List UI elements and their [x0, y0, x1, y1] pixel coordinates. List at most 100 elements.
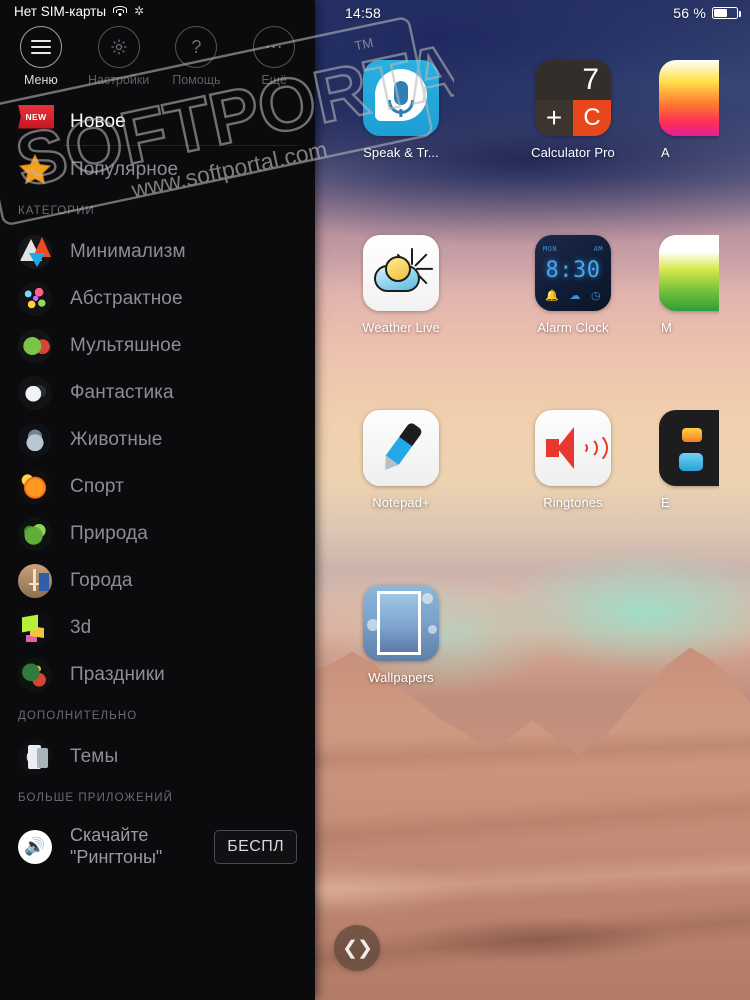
drawer-categories-list: Минимализм Абстрактное Мультяшное Фантас… — [0, 224, 315, 698]
sidebar-item-holidays[interactable]: Праздники — [0, 651, 315, 698]
nature-icon — [18, 516, 52, 551]
minimalism-icon — [18, 234, 52, 269]
device-screen: 14:58 56 % Speak & Tr... 7 + C Calculato… — [0, 0, 750, 1000]
new-badge-label: NEW — [18, 104, 54, 129]
sidebar-item-label: Мультяшное — [70, 334, 182, 356]
battery-percent-label: 56 % — [673, 5, 706, 21]
sidebar-item-label: Праздники — [70, 663, 165, 685]
icon-row: Weather Live MON AM 8:30 🔔 ☁ ◷ Alarm Clo… — [315, 235, 750, 410]
sidebar-item-abstract[interactable]: Абстрактное — [0, 275, 315, 322]
status-time: 14:58 — [345, 5, 382, 21]
cloud-icon: ☁ — [569, 290, 581, 302]
sidebar-item-label: Спорт — [70, 475, 124, 497]
app-notepad[interactable]: Notepad+ — [315, 410, 487, 585]
ellipsis-icon: ⋯ — [253, 26, 296, 68]
wifi-icon — [113, 5, 128, 17]
toolbar-item-help[interactable]: ? Помощь — [158, 22, 236, 94]
app-label: Calculator Pro — [531, 145, 615, 160]
star-icon — [18, 153, 52, 187]
sidebar-item-sport[interactable]: Спорт — [0, 463, 315, 510]
toolbar-item-menu[interactable]: Меню — [2, 22, 80, 94]
app-edge-1[interactable]: A — [659, 60, 719, 235]
bell-icon: 🔔 — [545, 290, 560, 302]
sidebar-item-label: Новое — [70, 110, 126, 132]
carrier-label: Нет SIM-карты — [14, 3, 107, 19]
section-header-categories: КАТЕГОРИИ — [18, 205, 95, 217]
wallpapers-icon — [363, 585, 439, 661]
app-alarm-clock[interactable]: MON AM 8:30 🔔 ☁ ◷ Alarm Clock — [487, 235, 659, 410]
speak-translate-icon — [363, 60, 439, 136]
cartoon-icon — [18, 328, 52, 363]
sidebar-item-label: Города — [70, 569, 133, 591]
app-label: M — [661, 320, 672, 335]
alarm-day: MON — [543, 245, 558, 253]
sidebar-item-nature[interactable]: Природа — [0, 510, 315, 557]
app-label: Weather Live — [362, 320, 440, 335]
sidebar-item-cities[interactable]: Города — [0, 557, 315, 604]
app-icon-grid: Speak & Tr... 7 + C Calculator Pro A Wea… — [315, 60, 750, 760]
app-label: Speak & Tr... — [363, 145, 439, 160]
app-label: E — [661, 495, 670, 510]
sidebar-item-label: Популярное — [70, 158, 179, 180]
promo-row-ringtones[interactable]: 🔊 Скачайте "Рингтоны" БЕСПЛ — [0, 811, 315, 883]
sidebar-item-new[interactable]: NEW Новое — [0, 98, 315, 145]
toolbar-label: Ещё — [261, 73, 287, 87]
navigation-drawer: Нет SIM-карты ✲ Меню Настройки ? Помощь … — [0, 0, 315, 1000]
sidebar-item-cartoon[interactable]: Мультяшное — [0, 322, 315, 369]
themes-icon — [18, 739, 52, 774]
ringtones-icon — [535, 410, 611, 486]
app-weather-live[interactable]: Weather Live — [315, 235, 487, 410]
sport-icon — [18, 469, 52, 504]
weather-icon — [363, 235, 439, 311]
status-right-group: 56 % — [673, 5, 741, 21]
animals-icon — [18, 422, 52, 457]
sidebar-item-3d[interactable]: 3d — [0, 604, 315, 651]
app-edge-2[interactable]: M — [659, 235, 719, 410]
nav-fab-label: ❮❯ — [342, 937, 373, 959]
cities-icon — [18, 563, 52, 598]
app-label: Notepad+ — [372, 495, 430, 510]
sync-icon: ✲ — [134, 4, 145, 18]
toolbar-label: Помощь — [172, 73, 221, 87]
speaker-shape — [546, 427, 608, 469]
sidebar-item-popular[interactable]: Популярное — [0, 146, 315, 193]
app-wallpapers[interactable]: Wallpapers — [315, 585, 487, 760]
sidebar-item-label: Абстрактное — [70, 287, 183, 309]
holidays-icon — [18, 657, 52, 692]
app-label: Wallpapers — [368, 670, 434, 685]
app-ringtones[interactable]: Ringtones — [487, 410, 659, 585]
app-calculator-pro[interactable]: 7 + C Calculator Pro — [487, 60, 659, 235]
app-speak-translate[interactable]: Speak & Tr... — [315, 60, 487, 235]
sidebar-item-label: Минимализм — [70, 240, 186, 262]
gear-icon — [97, 26, 140, 68]
new-badge-icon: NEW — [18, 104, 54, 139]
question-mark-icon: ? — [175, 26, 218, 68]
app-label: A — [661, 145, 670, 160]
promo-line-2: "Рингтоны" — [70, 847, 163, 867]
sidebar-item-fantasy[interactable]: Фантастика — [0, 369, 315, 416]
app-label: Alarm Clock — [537, 320, 609, 335]
edge-app-2-icon — [659, 235, 719, 311]
cloud-shape — [373, 256, 420, 293]
toolbar-item-settings[interactable]: Настройки — [80, 22, 158, 94]
toolbar-label: Настройки — [87, 73, 150, 87]
app-edge-3[interactable]: E — [659, 410, 719, 585]
alarm-meridiem: AM — [593, 245, 603, 253]
promo-install-button[interactable]: БЕСПЛ — [214, 830, 297, 864]
sidebar-item-minimalism[interactable]: Минимализм — [0, 228, 315, 275]
drawer-toolbar: Меню Настройки ? Помощь ⋯ Ещё — [0, 22, 315, 94]
toolbar-label: Меню — [23, 73, 58, 87]
icon-row: Notepad+ Ringtones E — [315, 410, 750, 585]
calculator-plus: + — [535, 99, 573, 136]
sidebar-item-label: Животные — [70, 428, 163, 450]
sidebar-item-themes[interactable]: Темы — [0, 733, 315, 780]
sidebar-item-animals[interactable]: Животные — [0, 416, 315, 463]
sidebar-item-label: Фантастика — [70, 381, 174, 403]
expand-chevrons-icon[interactable]: ❮❯ — [334, 925, 380, 971]
fantasy-icon — [18, 375, 52, 410]
edge-app-1-icon — [659, 60, 719, 136]
home-status-bar: 14:58 56 % — [315, 0, 750, 26]
toolbar-item-more[interactable]: ⋯ Ещё — [235, 22, 313, 94]
notepad-icon — [363, 410, 439, 486]
alarm-time: 8:30 — [545, 258, 601, 283]
